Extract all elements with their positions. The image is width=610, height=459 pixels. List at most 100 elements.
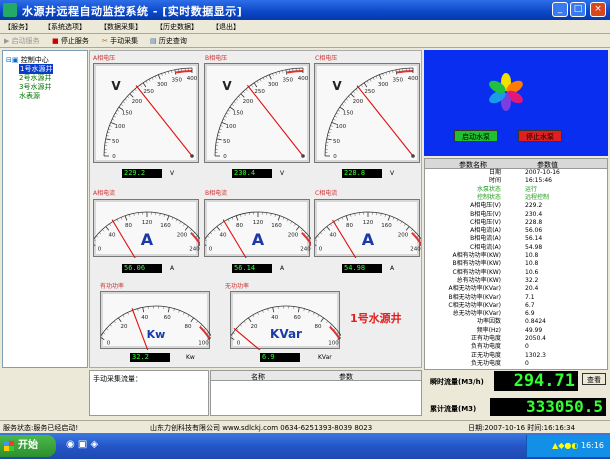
start-service-button[interactable]: ▶ 启动服务 — [4, 36, 40, 46]
gauge-tick — [229, 106, 235, 111]
app-window: 水源井远程自动监控系统 - [实时数据显示] _ □ × 【服务】 【系统选项】… — [0, 0, 610, 459]
minimize-button[interactable]: _ — [552, 2, 568, 17]
query-button[interactable]: 查看 — [582, 373, 606, 385]
gauge-tick-label: 240 — [300, 246, 311, 252]
parameter-row: A相电压(V) 229.2 — [425, 202, 607, 209]
start-pump-button[interactable]: 启动水泵 — [454, 130, 498, 142]
gauge-tick — [332, 118, 336, 121]
gauge-tick — [355, 88, 358, 92]
parameter-name: A相无功功率(KVar) — [448, 285, 501, 293]
gauge-tick — [329, 128, 332, 130]
menu-service[interactable]: 【服务】 — [4, 22, 32, 32]
parameter-value: 2050.4 — [525, 335, 546, 342]
gauge-tick — [320, 232, 323, 235]
gauge-tick — [361, 84, 363, 87]
menu-history[interactable]: 【历史数据】 — [156, 22, 198, 32]
voltage-a-digital: 229.2 — [122, 169, 162, 178]
gauge-tick — [213, 229, 216, 232]
gauge-tick — [175, 219, 178, 222]
device-tree: ⊟▣ 控制中心 1号水源井 2号水源井 3号水源井 水表源 — [2, 50, 88, 368]
computer-icon: ⊟▣ — [6, 56, 19, 64]
pump-control-area: 启动水泵 停止水泵 — [424, 50, 608, 156]
parameter-name: 频率(Hz) — [476, 326, 501, 334]
close-button[interactable]: × — [590, 2, 606, 17]
menu-system-options[interactable]: 【系统选项】 — [44, 22, 86, 32]
maximize-button[interactable]: □ — [570, 2, 586, 17]
parameter-row: B相无功功率(KVar) 7.1 — [425, 293, 607, 301]
gauge-tick-label: 80 — [125, 223, 132, 229]
gauge-tick — [337, 109, 341, 112]
gauge-tick-label: 200 — [353, 99, 364, 105]
stop-pump-button[interactable]: 停止水泵 — [518, 130, 562, 142]
gauge-tick — [235, 98, 239, 101]
gauge-tick — [96, 235, 99, 238]
parameter-value: 7.1 — [525, 293, 535, 301]
parameter-name: 总有功功率(KW) — [456, 276, 501, 284]
gauge-tick — [419, 239, 422, 241]
gauge-tick — [118, 317, 122, 323]
gauge-tick — [132, 91, 135, 94]
gauge-tick — [257, 312, 259, 315]
gauge-tick — [173, 308, 175, 312]
gauge-needle — [135, 85, 193, 157]
gauge-tick — [200, 324, 203, 327]
reactive-power-gauge: 0 20 40 60 80 100 KVar — [229, 291, 343, 374]
gauge-tick-label: 40 — [271, 315, 278, 321]
active-power-gauge: 0 20 40 60 80 100 Kw — [99, 291, 213, 374]
gauge-tick-label: 50 — [223, 139, 230, 145]
parameter-value: 10.8 — [525, 260, 539, 268]
gauge-tick-label: 350 — [172, 77, 183, 83]
parameter-value: 54.98 — [525, 243, 543, 251]
gauge-tick-label: 300 — [378, 82, 389, 88]
gauge-tick — [102, 229, 105, 232]
voltage-c-gauge: 0 50 100 150 200 250 300 350 400 V — [314, 63, 420, 163]
gauge-tick-label: 250 — [254, 89, 265, 95]
gauge-tick — [333, 328, 336, 331]
quicklaunch-icons[interactable]: ◉ ▣ ◈ — [66, 439, 98, 450]
parameter-row: C相电压(V) 228.8 — [425, 219, 607, 226]
gauge-tick — [326, 226, 331, 231]
status-bar: 服务状态:服务已经启动! 山东力创科技有限公司 www.sdlckj.com 0… — [0, 420, 610, 432]
menu-data-collect[interactable]: 【数据采集】 — [100, 22, 142, 32]
tray-icons[interactable]: ▲◆●◐ — [552, 441, 581, 450]
history-query-button[interactable]: ▤ 历史查询 — [150, 36, 187, 46]
current-a-dial: 0 40 80 120 160 200 240 A — [90, 211, 204, 280]
gauge-tick — [395, 69, 398, 75]
gauge-tick-label: 0 — [98, 246, 102, 252]
manual-collect-button[interactable]: ✂ 手动采集 — [102, 36, 138, 46]
parameter-row: 时间 16:15:46 — [425, 177, 607, 184]
gauge-tick — [167, 71, 169, 74]
gauge-tick-label: 100 — [226, 124, 237, 130]
gauge-tick — [108, 128, 111, 130]
gauge-tick-label: 20 — [251, 324, 258, 330]
tree-item-water-meter[interactable]: 水表源 — [19, 91, 40, 101]
status-company: 山东力创科技有限公司 www.sdlckj.com 0634-6251393-8… — [150, 424, 373, 432]
active-power-unit: Kw — [186, 354, 195, 361]
flow-panel: 瞬时流量(M3/h) 294.71 查看 累计流量(M3) 333050.5 — [424, 370, 608, 416]
reactive-power-label: 无功功率 — [225, 283, 250, 290]
menu-exit[interactable]: 【退出】 — [212, 22, 240, 32]
parameter-name: 水泵状态 — [476, 185, 501, 193]
gauge-tick — [157, 74, 161, 80]
gauge-tick — [337, 219, 340, 222]
total-flow-label: 累计流量(M3) — [430, 405, 477, 413]
gauge-tick — [90, 242, 96, 247]
gauge-tick — [183, 223, 185, 226]
gauge-unit-symbol: A — [141, 230, 154, 249]
stop-service-button[interactable]: ■ 停止服务 — [52, 36, 89, 46]
manual-collect-panel: 手动采集流量： — [89, 370, 209, 416]
start-button[interactable]: 开始 — [0, 435, 56, 457]
voltage-b-unit: V — [280, 170, 285, 177]
gauge-tick — [171, 217, 174, 220]
gauge-tick — [109, 324, 112, 327]
gauge-tick — [353, 91, 356, 94]
gauge-tick — [124, 215, 128, 221]
gauge-tick — [106, 328, 109, 331]
gauge-tick — [166, 215, 170, 221]
parameter-value: 10.8 — [525, 252, 539, 259]
parameter-value: 32.2 — [525, 276, 539, 284]
gauge-tick-label: 350 — [393, 77, 404, 83]
parameter-row: 总无功功率(KVar) 6.9 — [425, 310, 607, 317]
gauge-tick — [243, 91, 246, 94]
menu-bar: 【服务】 【系统选项】 【数据采集】 【历史数据】 【退出】 — [0, 20, 610, 34]
